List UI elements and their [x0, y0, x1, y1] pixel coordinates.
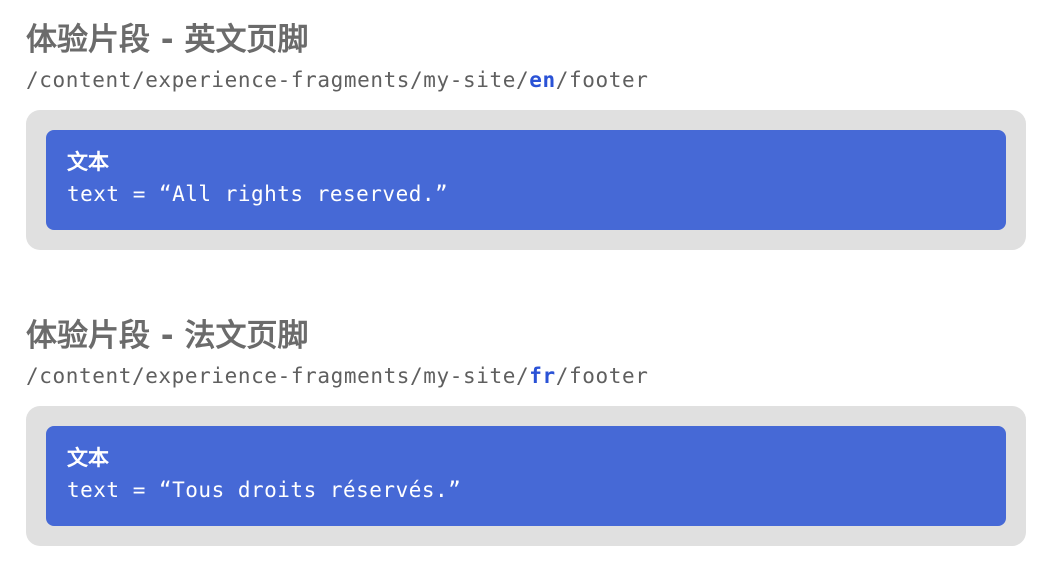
component-property: text = “Tous droits réservés.”: [67, 478, 462, 502]
fragment-heading: 体验片段 - 法文页脚: [26, 318, 309, 354]
path-prefix: /content/experience-fragments/my-site/: [26, 364, 530, 388]
path-suffix: /footer: [555, 68, 649, 92]
text-component[interactable]: 文本 text = “All rights reserved.”: [46, 130, 1006, 230]
fragment-heading: 体验片段 - 英文页脚: [26, 22, 309, 58]
component-property: text = “All rights reserved.”: [67, 182, 449, 206]
component-title: 文本: [67, 446, 109, 470]
fragment-path: /content/experience-fragments/my-site/en…: [26, 64, 1026, 96]
fragment-container: 文本 text = “Tous droits réservés.”: [26, 406, 1026, 546]
text-component[interactable]: 文本 text = “Tous droits réservés.”: [46, 426, 1006, 526]
path-language: fr: [529, 364, 556, 388]
fragment-container: 文本 text = “All rights reserved.”: [26, 110, 1026, 250]
path-prefix: /content/experience-fragments/my-site/: [26, 68, 530, 92]
component-title: 文本: [67, 150, 109, 174]
fragment-section-fr: 体验片段 - 法文页脚 /content/experience-fragment…: [26, 314, 1026, 546]
path-language: en: [529, 68, 556, 92]
path-suffix: /footer: [555, 364, 649, 388]
fragment-section-en: 体验片段 - 英文页脚 /content/experience-fragment…: [26, 18, 1026, 250]
fragment-path: /content/experience-fragments/my-site/fr…: [26, 360, 1026, 392]
